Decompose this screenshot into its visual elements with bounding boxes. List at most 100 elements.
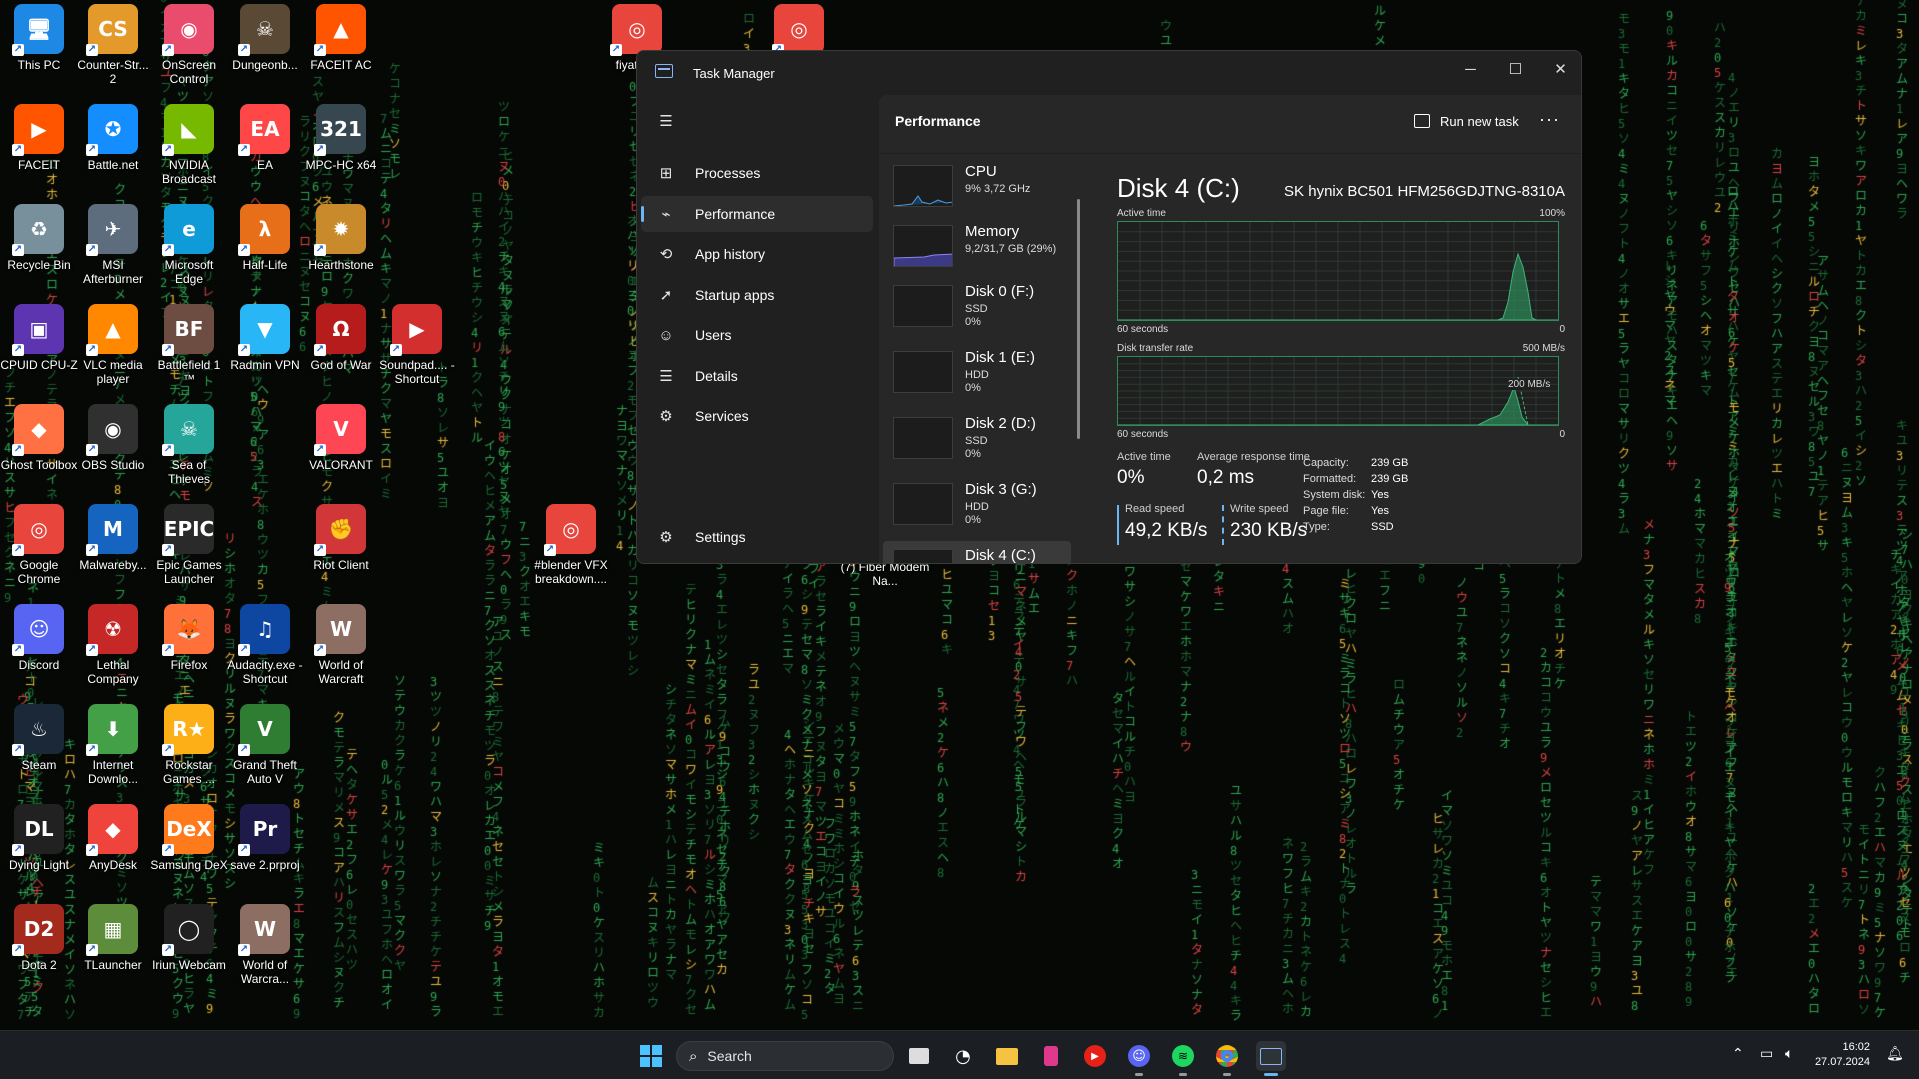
desktop-icon[interactable]: DL ↗ Dying Light [0,804,78,872]
search-box[interactable]: ⌕ Search [676,1041,894,1071]
desktop-icon[interactable]: ◆ ↗ Ghost Toolbox [0,404,78,472]
desktop-icon[interactable]: V ↗ VALORANT [302,404,380,472]
spotify-button[interactable]: ≋ [1168,1041,1198,1076]
nav-item-app-history[interactable]: ⟲ App history [641,236,873,272]
desktop-icon[interactable]: ✈ ↗ MSI Afterburner [74,204,152,286]
desktop-icon[interactable]: ⬇ ↗ Internet Downlo... [74,704,152,786]
desktop-icon[interactable]: ✪ ↗ Battle.net [74,104,152,172]
maximize-button[interactable]: ☐ [1493,51,1538,87]
desktop-icon[interactable]: ◯ ↗ Iriun Webcam [150,904,228,972]
task-view-button[interactable] [904,1041,934,1071]
shortcut-arrow-icon: ↗ [12,944,24,956]
desktop-icon[interactable]: W ↗ World of Warcraft [302,604,380,686]
desktop-icon[interactable]: W ↗ World of Warcra... [226,904,304,986]
app-glyph: ♻ [30,217,48,241]
desktop-icon[interactable]: V ↗ Grand Theft Auto V [226,704,304,786]
desktop-icon[interactable]: ▼ ↗ Radmin VPN [226,304,304,372]
desktop-icon[interactable]: CS ↗ Counter-Str... 2 [74,4,152,86]
desktop-icon[interactable]: ♨ ↗ Steam [0,704,78,772]
resource-item[interactable]: Disk 0 (F:) SSD 0% [883,277,1071,333]
desktop-icon[interactable]: EA ↗ EA [226,104,304,172]
resource-item[interactable]: Disk 2 (D:) SSD 0% [883,409,1071,465]
resource-item[interactable]: Disk 3 (G:) HDD 0% [883,475,1071,531]
hamburger-menu-button[interactable]: ☰ [641,103,873,139]
desktop-icon[interactable]: ▦ ↗ TLauncher [74,904,152,972]
minimize-button[interactable]: ─ [1448,51,1493,87]
resource-item[interactable]: Disk 4 (C:)SSD [883,541,1071,563]
speed-app-button[interactable]: ◔ [948,1041,978,1071]
desktop-icon[interactable]: DeX ↗ Samsung DeX [150,804,228,872]
desktop-icon[interactable]: ▣ ↗ CPUID CPU-Z [0,304,78,372]
desktop-icon[interactable]: ◎ ↗ Google Chrome [0,504,78,586]
desktop-icon[interactable]: ☺ ↗ Discord [0,604,78,672]
desktop-icon[interactable]: ♻ ↗ Recycle Bin [0,204,78,272]
desktop-icon[interactable]: BF ↗ Battlefield 1 ™ [150,304,228,386]
desktop-icon[interactable]: ◣ ↗ NVIDIA Broadcast [150,104,228,186]
app-icon: DL ↗ [12,804,64,856]
desktop-icon-label: NVIDIA Broadcast [161,158,217,186]
nav-item-services[interactable]: ⚙ Services [641,398,873,434]
volume-icon[interactable]: 🔈︎ [1785,1046,1793,1062]
desktop-icon[interactable]: EPIC ↗ Epic Games Launcher [150,504,228,586]
file-explorer-button[interactable] [992,1041,1022,1071]
youtube-button[interactable]: ▶ [1080,1041,1110,1071]
app-icon: ♫ ↗ [238,604,290,656]
desktop-icon[interactable]: R★ ↗ Rockstar Games ... [150,704,228,786]
desktop-icon[interactable]: ▲ ↗ FACEIT AC [302,4,380,72]
more-options-button[interactable]: ··· [1539,109,1560,130]
desktop-icon[interactable]: M ↗ Malwareby... [74,504,152,572]
chrome-button[interactable] [1212,1041,1242,1076]
shortcut-arrow-icon: ↗ [86,444,98,456]
nav-item-startup-apps[interactable]: ➚ Startup apps [641,277,873,313]
desktop-icon[interactable]: ▶ ↗ Soundpad.... - Shortcut [378,304,456,386]
shortcut-arrow-icon: ↗ [610,44,622,56]
discord-button[interactable]: ☺ [1124,1041,1154,1076]
start-button[interactable] [636,1041,666,1071]
desktop-icon[interactable]: ◉ ↗ OBS Studio [74,404,152,472]
desktop-icon-label: EA [256,158,273,172]
app-button[interactable] [1036,1041,1066,1071]
app-glyph: M [103,517,123,541]
show-hidden-icons-button[interactable]: ⌃ [1732,1046,1744,1062]
nav-item-settings[interactable]: ⚙ Settings [641,519,873,555]
resource-item[interactable]: Memory 9,2/31,7 GB (29%) [883,217,1071,273]
nav-item-details[interactable]: ☰ Details [641,358,873,394]
resource-item[interactable]: Disk 1 (E:) HDD 0% [883,343,1071,399]
app-icon: ◣ ↗ [162,104,214,156]
desktop-icon[interactable]: 321 ↗ MPC-HC x64 [302,104,380,172]
run-new-task-button[interactable]: Run new task [1414,105,1519,137]
desktop-icon[interactable]: D2 ↗ Dota 2 [0,904,78,972]
task-manager-button[interactable] [1256,1041,1286,1076]
desktop-icon[interactable]: 🖥 ↗ This PC [0,4,78,72]
desktop-icon[interactable]: ✊ ↗ Riot Client [302,504,380,572]
desktop-icon[interactable]: ◆ ↗ AnyDesk [74,804,152,872]
app-icon: ✊ ↗ [314,504,366,556]
desktop-icon[interactable]: ▶ ↗ FACEIT [0,104,78,172]
nav-item-processes[interactable]: ⊞ Processes [641,155,873,191]
title-bar[interactable]: Task Manager ─ ☐ ✕ [637,51,1581,95]
network-icon[interactable]: ▭ [1760,1046,1773,1062]
desktop-icon[interactable]: λ ↗ Half-Life [226,204,304,272]
desktop-icon[interactable]: ☠ ↗ Dungeonb... [226,4,304,72]
desktop-icon[interactable]: Ω ↗ God of War [302,304,380,372]
app-glyph: ◆ [105,817,121,841]
resource-list-scrollbar[interactable] [1077,199,1080,439]
notification-bell-icon[interactable]: 🔔︎ [1886,1046,1904,1062]
resource-item[interactable]: CPU 9% 3,72 GHz [883,157,1071,213]
desktop-icon[interactable]: e ↗ Microsoft Edge [150,204,228,286]
app-icon: 🖥 ↗ [12,4,64,56]
close-button[interactable]: ✕ [1538,51,1581,87]
clock[interactable]: 16:02 27.07.2024 [1800,1040,1870,1070]
desktop-icon[interactable]: 🦊 ↗ Firefox [150,604,228,672]
desktop-icon[interactable]: ♫ ↗ Audacity.exe - Shortcut [226,604,304,686]
desktop-icon[interactable]: ◎ ↗ #blender VFX breakdown.... [532,504,610,586]
desktop-icon[interactable]: ☠ ↗ Sea of Thieves [150,404,228,486]
desktop-icon[interactable]: Pr ↗ save 2.prproj [226,804,304,872]
app-glyph: ♫ [256,617,274,641]
desktop-icon[interactable]: ◉ ↗ OnScreen Control [150,4,228,86]
desktop-icon[interactable]: ✹ ↗ Hearthstone [302,204,380,272]
desktop-icon[interactable]: ☢ ↗ Lethal Company [74,604,152,686]
desktop-icon[interactable]: ▲ ↗ VLC media player [74,304,152,386]
nav-item-performance[interactable]: ⌁ Performance [641,195,873,232]
nav-item-users[interactable]: ☺ Users [641,317,873,353]
